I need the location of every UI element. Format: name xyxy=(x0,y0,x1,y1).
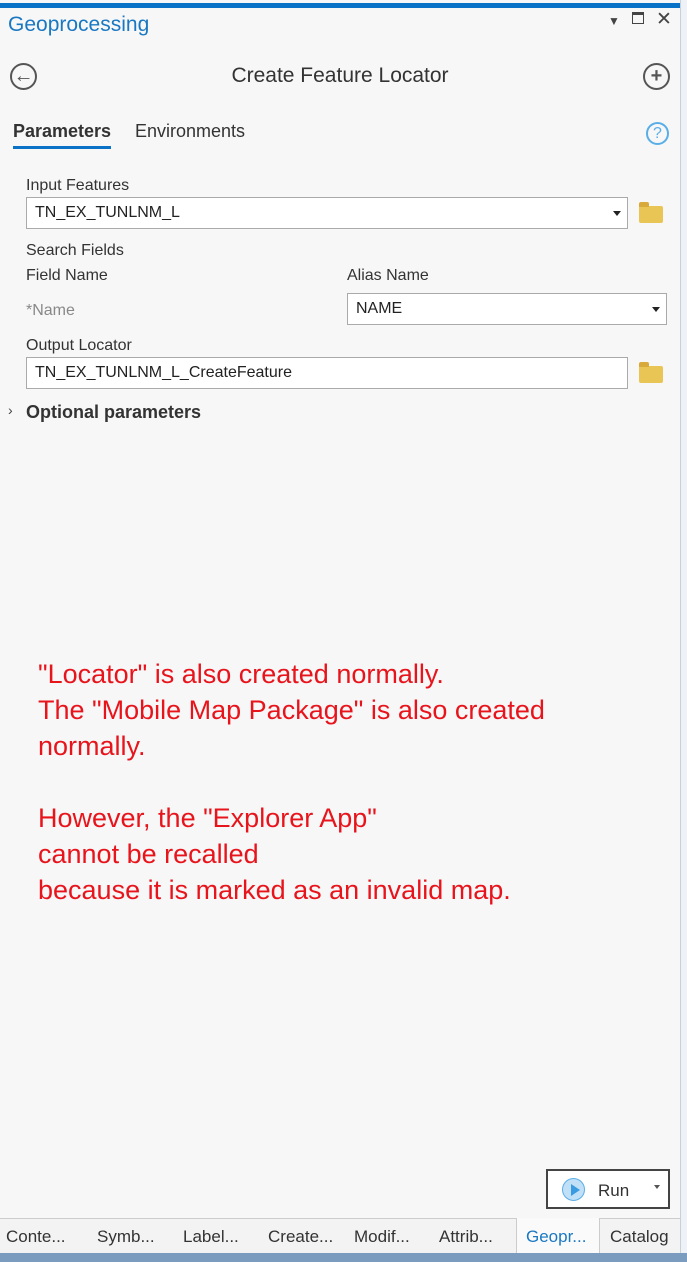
tool-title: Create Feature Locator xyxy=(231,64,449,87)
input-features-value: TN_EX_TUNLNM_L xyxy=(35,204,180,221)
run-button[interactable]: Run xyxy=(546,1169,670,1209)
tab-modify[interactable]: Modif... xyxy=(354,1227,410,1247)
maximize-icon[interactable] xyxy=(632,12,644,24)
alias-value: NAME xyxy=(356,300,403,317)
folder-icon[interactable] xyxy=(639,362,663,383)
pane-title: Geoprocessing xyxy=(8,13,150,36)
chevron-right-icon[interactable]: › xyxy=(8,402,13,418)
pane-options-icon[interactable]: ▼ xyxy=(608,14,620,28)
tab-labeling[interactable]: Label... xyxy=(183,1227,239,1247)
folder-icon[interactable] xyxy=(639,202,663,223)
field-name: *Name xyxy=(26,302,75,319)
alias-name-header: Alias Name xyxy=(347,267,429,284)
input-features-label: Input Features xyxy=(26,177,130,194)
alias-select[interactable]: NAME xyxy=(347,293,667,325)
tab-create[interactable]: Create... xyxy=(268,1227,333,1247)
pane-splitter[interactable] xyxy=(680,0,687,1262)
tab-symbology[interactable]: Symb... xyxy=(97,1227,155,1247)
pane-accent-bar xyxy=(0,3,680,8)
field-name-header: Field Name xyxy=(26,267,108,284)
play-icon xyxy=(562,1178,585,1201)
help-icon[interactable]: ? xyxy=(646,122,669,145)
search-fields-label: Search Fields xyxy=(26,242,124,259)
bottom-tab-bar: Conte... Symb... Label... Create... Modi… xyxy=(0,1218,680,1254)
tab-environments[interactable]: Environments xyxy=(135,121,245,142)
tab-parameters[interactable]: Parameters xyxy=(13,121,112,149)
input-features-select[interactable]: TN_EX_TUNLNM_L xyxy=(26,197,628,229)
window-frame xyxy=(0,1253,687,1262)
add-icon[interactable]: + xyxy=(643,63,670,90)
tab-contents[interactable]: Conte... xyxy=(6,1227,66,1247)
output-locator-label: Output Locator xyxy=(26,337,132,354)
run-label: Run xyxy=(598,1181,630,1200)
chevron-down-icon xyxy=(652,307,660,312)
tab-attributes[interactable]: Attrib... xyxy=(439,1227,493,1247)
optional-parameters-toggle[interactable]: Optional parameters xyxy=(26,402,201,423)
tab-geoprocessing[interactable]: Geopr... xyxy=(516,1218,600,1254)
run-dropdown-icon[interactable] xyxy=(654,1185,660,1189)
annotation-note: "Locator" is also created normally. The … xyxy=(38,659,545,905)
close-icon[interactable]: ✕ xyxy=(656,8,672,31)
output-locator-input[interactable]: TN_EX_TUNLNM_L_CreateFeature xyxy=(26,357,628,389)
chevron-down-icon xyxy=(613,211,621,216)
tab-catalog[interactable]: Catalog xyxy=(610,1227,669,1247)
